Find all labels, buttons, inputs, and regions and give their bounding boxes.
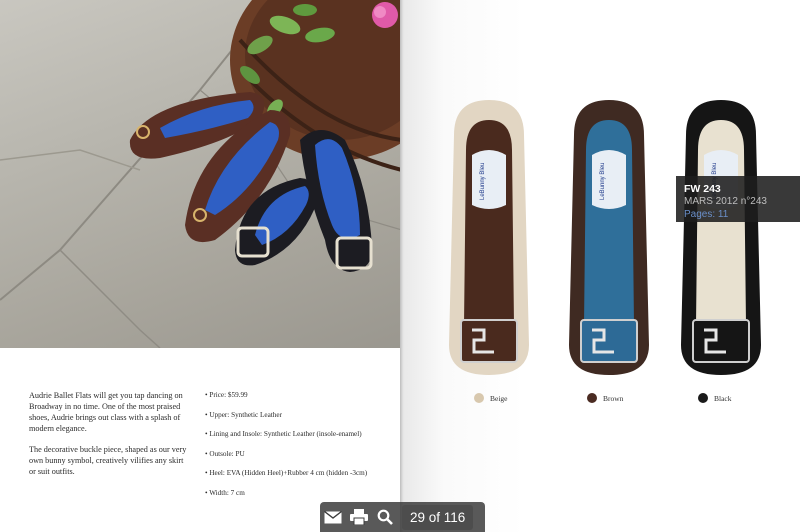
search-icon xyxy=(377,509,393,525)
spec-lining: Lining and Insole: Synthetic Leather (in… xyxy=(205,429,395,440)
mail-icon xyxy=(324,510,342,523)
right-page: LeBunny Bleu LeBunny Bleu LeBunny Bleu B… xyxy=(404,0,800,532)
product-description: Audrie Ballet Flats will get you tap dan… xyxy=(29,390,189,487)
color-swatches: Beige Brown Black xyxy=(404,393,800,409)
description-paragraph: Audrie Ballet Flats will get you tap dan… xyxy=(29,391,183,433)
description-paragraph: The decorative buckle piece, shaped as o… xyxy=(29,445,187,476)
color-dot xyxy=(698,393,708,403)
spec-outsole: Outsole: PU xyxy=(205,449,395,460)
beige-shoe-image: LeBunny Bleu xyxy=(449,100,529,375)
product-specs: Price: $59.99 Upper: Synthetic Leather L… xyxy=(205,390,395,507)
spec-heel: Heel: EVA (Hidden Heel)+Rubber 4 cm (hid… xyxy=(205,468,395,479)
insole-brand-label: LeBunny Bleu xyxy=(480,163,486,200)
color-label: Black xyxy=(714,393,732,403)
left-page: Audrie Ballet Flats will get you tap dan… xyxy=(0,0,402,532)
swatch-brown[interactable]: Brown xyxy=(587,393,623,403)
tooltip-issue: MARS 2012 n°243 xyxy=(684,196,767,207)
color-dot xyxy=(474,393,484,403)
page-indicator[interactable]: 29 of 116 xyxy=(402,504,474,530)
mail-button[interactable] xyxy=(320,502,346,532)
color-label: Beige xyxy=(490,393,508,403)
spec-width: Width: 7 cm xyxy=(205,488,395,499)
shoes-on-pavement-illustration xyxy=(0,0,402,348)
issue-tooltip: FW 243 MARS 2012 n°243 Pages: 11 xyxy=(676,176,800,222)
color-label: Brown xyxy=(603,393,624,403)
tooltip-pages[interactable]: Pages: 11 xyxy=(684,208,800,221)
search-button[interactable] xyxy=(372,502,398,532)
brown-shoe-image: LeBunny Bleu xyxy=(569,100,649,375)
spec-upper: Upper: Synthetic Leather xyxy=(205,410,395,421)
swatch-beige[interactable]: Beige xyxy=(474,393,508,403)
product-photo xyxy=(0,0,402,348)
swatch-black[interactable]: Black xyxy=(698,393,732,403)
spec-price: Price: $59.99 xyxy=(205,390,395,401)
black-shoe-image: LeBunny Bleu xyxy=(681,100,761,375)
tooltip-title: FW 243 xyxy=(684,183,721,195)
insole-brand-label: LeBunny Bleu xyxy=(600,163,606,200)
color-dot xyxy=(587,393,597,403)
viewer-toolbar: 29 of 116 xyxy=(320,502,485,532)
print-icon xyxy=(350,509,368,525)
print-button[interactable] xyxy=(346,502,372,532)
